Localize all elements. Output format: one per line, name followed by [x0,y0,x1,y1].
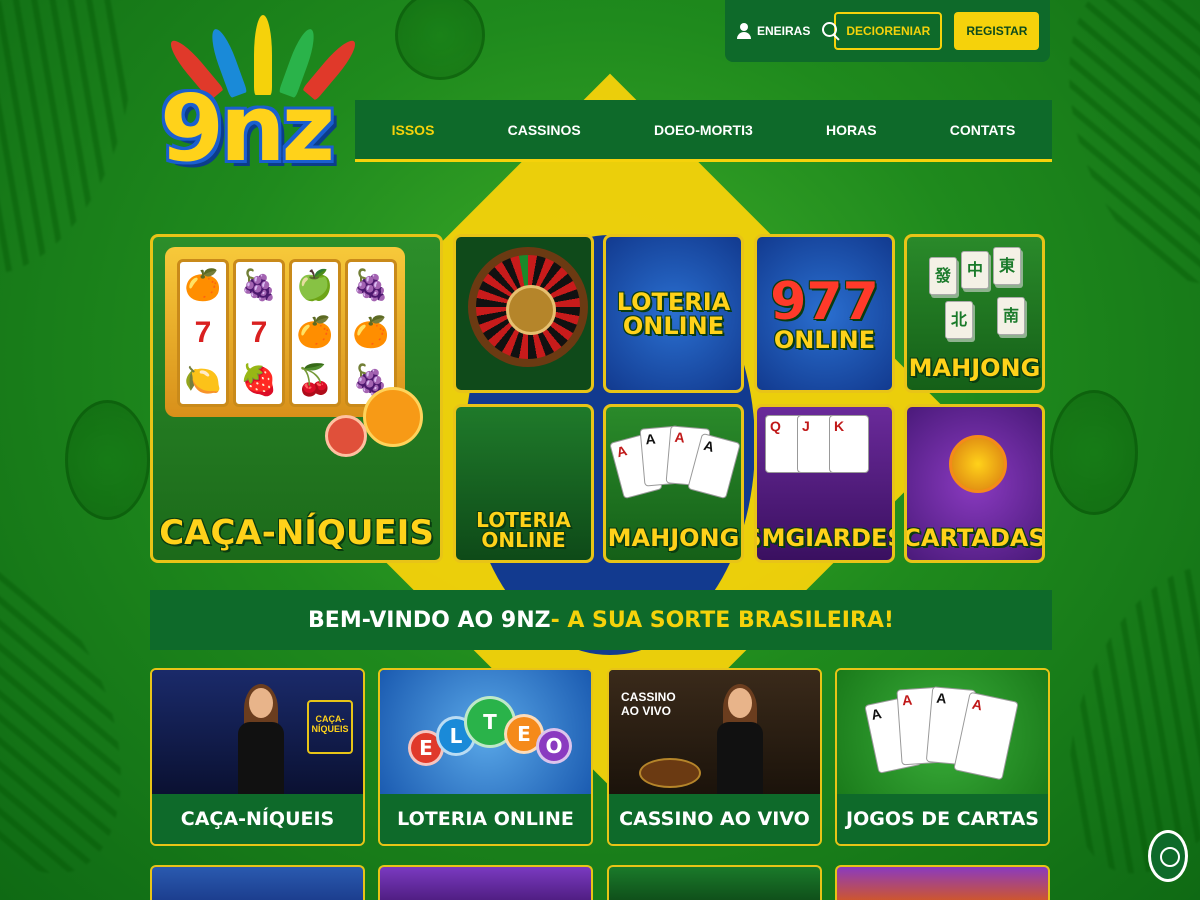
register-button[interactable]: REGISTAR [954,12,1040,50]
dealer-figure [713,684,767,798]
category-label: LOTERIA ONLINE [380,794,591,844]
category-card-partial[interactable] [835,865,1050,900]
category-card-partial[interactable] [607,865,822,900]
roulette-wheel-icon [468,247,588,367]
game-tile-caca-niqueis[interactable]: 🍊 7 🍋 🍇 7 🍓 🍏 🍊 🍒 🍇 🍊 🍇 CAÇA-NÍQUEIS [150,234,443,563]
category-image: A A A A [837,670,1048,798]
category-card-caca-niqueis[interactable]: CAÇA- NÍQUEIS CAÇA-NÍQUEIS [150,668,365,846]
category-image: CASSINO AO VIVO [609,670,820,798]
soccer-ball-decoration [65,400,150,520]
nav-item-contats[interactable]: CONTATS [950,122,1016,138]
game-tile-label: LOTERIA ONLINE [476,508,571,552]
category-image: CAÇA- NÍQUEIS [152,670,363,798]
game-tile-label: LOTERIA ONLINE [616,287,731,340]
game-tile-roulette[interactable] [453,234,594,393]
game-tile-label: CARTADAS [904,524,1045,552]
login-button[interactable]: DECIORENIAR [834,12,943,50]
category-card-loteria-online[interactable]: E L T E O LOTERIA ONLINE [378,668,593,846]
game-tile-smgiardes[interactable]: Q J K SMGIARDES [754,404,895,563]
game-tile-cartadas[interactable]: CARTADAS [904,404,1045,563]
game-tile-label: CAÇA-NÍQUEIS [159,513,434,553]
account-label: ENEIRAS [757,24,811,38]
game-tile-977-online[interactable]: 977 ONLINE [754,234,895,393]
orange-icon [363,387,423,447]
logo-text: 9nz [160,75,335,182]
golden-mask-icon [949,435,1007,493]
game-tile-mahjong-2[interactable]: A A A A MAHJONG [603,404,744,563]
game-tile-label: 977 ONLINE [770,271,879,354]
category-card-partial[interactable] [378,865,593,900]
category-card-partial[interactable] [150,865,365,900]
category-image: E L T E O [380,670,591,798]
user-icon [737,23,751,39]
category-label: JOGOS DE CARTAS [837,794,1048,844]
category-card-cassino-ao-vivo[interactable]: CASSINO AO VIVO CASSINO AO VIVO [607,668,822,846]
slot-sign: CAÇA- NÍQUEIS [307,700,353,754]
category-label: CAÇA-NÍQUEIS [152,794,363,844]
casino-sign: CASSINO AO VIVO [621,690,676,718]
game-tile-label: SMGIARDES [757,524,892,552]
game-tile-mahjong[interactable]: 發 中 東 北 南 MAHJONG [904,234,1045,393]
game-tile-label: MAHJONG [607,524,740,552]
welcome-banner: BEM-VINDO AO 9NZ - A SUA SORTE BRASILEIR… [150,590,1052,650]
nav-item-cassinos[interactable]: CASSINOS [508,122,581,138]
mahjong-tile-icon: 南 [997,297,1025,335]
mahjong-tile-icon: 北 [945,301,973,339]
mahjong-tile-icon: 東 [993,247,1021,285]
palm-leaf-decoration [1030,0,1200,312]
mahjong-tile-icon: 發 [929,257,957,295]
grapefruit-icon [325,415,367,457]
nav-item-doeo-morti3[interactable]: DOEO-MORTI3 [654,122,753,138]
mahjong-tile-icon: 中 [961,251,989,289]
nav-item-horas[interactable]: HORAS [826,122,877,138]
slot-machine-icon: 🍊 7 🍋 🍇 7 🍓 🍏 🍊 🍒 🍇 🍊 🍇 [165,247,405,417]
lottery-ball-icon: O [536,728,572,764]
palm-leaf-decoration [0,0,170,302]
roulette-wheel-icon [639,758,701,788]
account-bar: ENEIRAS DECIORENIAR REGISTAR [725,0,1050,62]
welcome-text: BEM-VINDO AO 9NZ [308,607,551,633]
nav-item-issos[interactable]: ISSOS [392,122,435,138]
welcome-tagline: - A SUA SORTE BRASILEIRA! [550,607,894,633]
palm-leaf-decoration [0,538,160,900]
playing-card-icon: K [829,415,869,473]
soccer-ball-decoration [1050,390,1138,515]
dealer-figure [234,684,288,798]
chat-icon[interactable] [1148,830,1188,882]
main-nav: ISSOS CASSINOS DOEO-MORTI3 HORAS CONTATS [355,100,1052,162]
account-link[interactable]: ENEIRAS [737,23,810,39]
game-tile-label: MAHJONG [908,354,1041,382]
category-card-jogos-de-cartas[interactable]: A A A A JOGOS DE CARTAS [835,668,1050,846]
game-tile-loteria-online[interactable]: LOTERIA ONLINE [603,234,744,393]
game-tile-loteria-online-2[interactable]: LOTERIA ONLINE [453,404,594,563]
soccer-ball-decoration [395,0,485,80]
site-logo[interactable]: 9nz [148,15,363,205]
category-label: CASSINO AO VIVO [609,794,820,844]
